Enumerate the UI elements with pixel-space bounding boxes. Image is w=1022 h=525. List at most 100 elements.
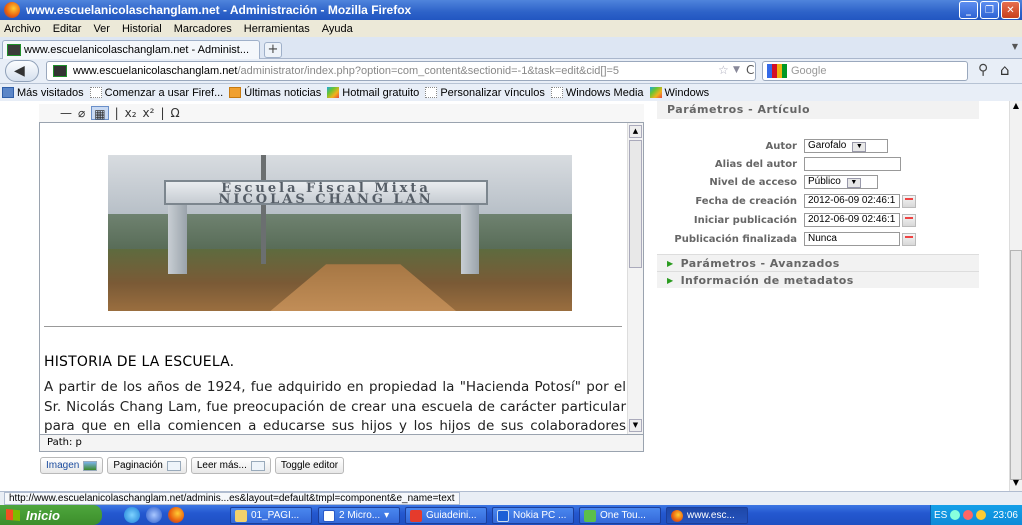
navigation-bar: ◀ www.escuelanicolaschanglam.net/adminis… xyxy=(0,59,1022,84)
url-path: /administrator/index.php?option=com_cont… xyxy=(237,65,620,77)
minimize-button[interactable]: _ xyxy=(959,1,978,19)
subscript-icon[interactable]: x₂ xyxy=(125,106,137,120)
taskbar-item-word[interactable]: 2 Micro... ▾ xyxy=(318,507,400,524)
created-date-row: Fecha de creación 2012-06-09 02:46:1 xyxy=(660,192,960,210)
bookmark-star-icon[interactable]: ☆ xyxy=(718,63,729,77)
firefox-icon xyxy=(671,509,683,522)
search-icon[interactable]: ⚲ xyxy=(978,62,988,78)
most-visited-icon xyxy=(2,87,14,98)
taskbar-item-folder[interactable]: 01_PAGI... xyxy=(230,507,312,524)
horizontal-rule-icon[interactable]: — xyxy=(60,106,72,120)
language-indicator[interactable]: ES xyxy=(934,510,947,521)
article-heading: HISTORIA DE LA ESCUELA. xyxy=(44,354,235,370)
created-date-input[interactable]: 2012-06-09 02:46:1 xyxy=(804,194,900,208)
access-level-row: Nivel de acceso Público ▼ xyxy=(660,173,960,191)
menu-editar[interactable]: Editar xyxy=(53,23,82,35)
bookmark-comenzar[interactable]: Comenzar a usar Firef... xyxy=(89,87,223,99)
readmore-button[interactable]: Leer más... xyxy=(190,457,271,474)
editor-frame[interactable]: Escuela Fiscal Mixta NICOLAS CHANG LAN H… xyxy=(39,122,644,435)
superscript-icon[interactable]: x² xyxy=(143,106,155,120)
window-title: www.escuelanicolaschanglam.net - Adminis… xyxy=(26,3,412,17)
tab-bar: www.escuelanicolaschanglam.net - Adminis… xyxy=(0,37,1022,59)
start-button[interactable]: Inicio xyxy=(0,505,102,525)
access-level-select[interactable]: Público ▼ xyxy=(804,175,878,189)
google-engine-icon[interactable] xyxy=(767,64,787,78)
calendar-icon[interactable] xyxy=(902,194,916,208)
new-tab-button[interactable]: + xyxy=(264,42,282,58)
title-bar: www.escuelanicolaschanglam.net - Adminis… xyxy=(0,0,1022,20)
toggle-editor-button[interactable]: Toggle editor xyxy=(274,457,345,474)
taskbar-item-onetouch[interactable]: One Tou... xyxy=(579,507,661,524)
clock: 23:06 xyxy=(992,509,1018,521)
search-box[interactable]: Google xyxy=(762,61,968,81)
metadata-section[interactable]: ▶ Información de metadatos xyxy=(657,271,979,288)
page-scrollbar[interactable]: ▲ ▼ xyxy=(1009,101,1022,491)
menu-archivo[interactable]: Archivo xyxy=(4,23,41,35)
author-alias-input[interactable] xyxy=(804,157,901,171)
params-advanced-section[interactable]: ▶ Parámetros - Avanzados xyxy=(657,254,979,271)
editor-scrollbar[interactable]: ▲ ▼ xyxy=(627,123,643,434)
firefox-logo-icon xyxy=(4,2,20,18)
home-icon[interactable]: ⌂ xyxy=(1000,61,1010,79)
scroll-thumb[interactable] xyxy=(1010,250,1022,480)
params-article-header[interactable]: Parámetros - Artículo xyxy=(657,101,979,119)
taskbar-item-pdf[interactable]: Guiadeini... xyxy=(405,507,487,524)
onetouch-icon xyxy=(584,509,596,522)
firefox-icon[interactable] xyxy=(168,507,184,523)
image-button[interactable]: Imagen xyxy=(40,457,104,474)
taskbar-item-nokia[interactable]: Nokia PC ... xyxy=(492,507,574,524)
special-char-icon[interactable]: Ω xyxy=(171,106,180,120)
bookmark-windows[interactable]: Windows xyxy=(649,87,709,99)
site-favicon-icon xyxy=(7,44,21,56)
tab-list-icon[interactable]: ▼ xyxy=(1012,42,1018,51)
scroll-down-icon[interactable]: ▼ xyxy=(1010,478,1022,491)
calendar-icon[interactable] xyxy=(902,213,916,227)
pdf-icon xyxy=(410,509,422,522)
publish-up-input[interactable]: 2012-06-09 02:46:1 xyxy=(804,213,900,227)
bookmark-ultimas-noticias[interactable]: Últimas noticias xyxy=(229,87,321,99)
reload-icon[interactable]: C xyxy=(746,63,754,77)
update-icon[interactable] xyxy=(976,510,987,520)
nokia-icon xyxy=(497,509,509,522)
publish-down-input[interactable]: Nunca xyxy=(804,232,900,246)
calendar-icon[interactable] xyxy=(902,232,916,246)
table-icon[interactable]: ▦ xyxy=(91,106,109,121)
scroll-down-icon[interactable]: ▼ xyxy=(629,419,642,432)
back-button[interactable]: ◀ xyxy=(5,60,39,82)
bookmark-hotmail[interactable]: Hotmail gratuito xyxy=(327,87,419,99)
image-icon xyxy=(83,460,98,471)
cleanup-icon[interactable]: ⌀ xyxy=(78,106,85,120)
tab-administracion[interactable]: www.escuelanicolaschanglam.net - Adminis… xyxy=(2,40,260,59)
menu-ayuda[interactable]: Ayuda xyxy=(322,23,353,35)
menu-ver[interactable]: Ver xyxy=(93,23,110,35)
desktop-icon[interactable] xyxy=(146,507,162,523)
article-paragraph: A partir de los años de 1924, fue adquir… xyxy=(44,379,626,434)
menu-historial[interactable]: Historial xyxy=(122,23,162,35)
ie-icon[interactable] xyxy=(124,507,140,523)
url-bar[interactable]: www.escuelanicolaschanglam.net/administr… xyxy=(46,61,756,81)
menu-herramientas[interactable]: Herramientas xyxy=(244,23,310,35)
bookmark-personalizar[interactable]: Personalizar vínculos xyxy=(425,87,545,99)
close-button[interactable]: ✕ xyxy=(1001,1,1020,19)
editor-content[interactable]: Escuela Fiscal Mixta NICOLAS CHANG LAN H… xyxy=(40,123,628,434)
bookmark-windows-media[interactable]: Windows Media xyxy=(550,87,644,99)
photo-sign-text: Escuela Fiscal Mixta NICOLAS CHANG LAN xyxy=(218,181,434,208)
scroll-thumb[interactable] xyxy=(629,140,642,268)
bookmark-mas-visitados[interactable]: Más visitados xyxy=(2,87,84,99)
taskbar-item-firefox[interactable]: www.esc... xyxy=(666,507,748,524)
maximize-button[interactable]: ❐ xyxy=(980,1,999,19)
network-icon[interactable] xyxy=(950,510,961,520)
page-icon xyxy=(425,87,438,98)
scroll-up-icon[interactable]: ▲ xyxy=(629,125,642,138)
scroll-up-icon[interactable]: ▲ xyxy=(1010,101,1022,114)
system-tray: ES 23:06 xyxy=(930,505,1022,525)
school-photo[interactable]: Escuela Fiscal Mixta NICOLAS CHANG LAN xyxy=(108,155,572,311)
chevron-down-icon: ▾ xyxy=(384,510,390,521)
author-alias-row: Alias del autor xyxy=(660,155,960,173)
url-history-dropdown-icon[interactable]: ▼ xyxy=(733,65,740,75)
menu-marcadores[interactable]: Marcadores xyxy=(174,23,232,35)
pagebreak-button[interactable]: Paginación xyxy=(107,457,187,474)
horizontal-rule xyxy=(44,326,622,327)
author-select[interactable]: Garofalo ▼ xyxy=(804,139,888,153)
security-icon[interactable] xyxy=(963,510,974,520)
